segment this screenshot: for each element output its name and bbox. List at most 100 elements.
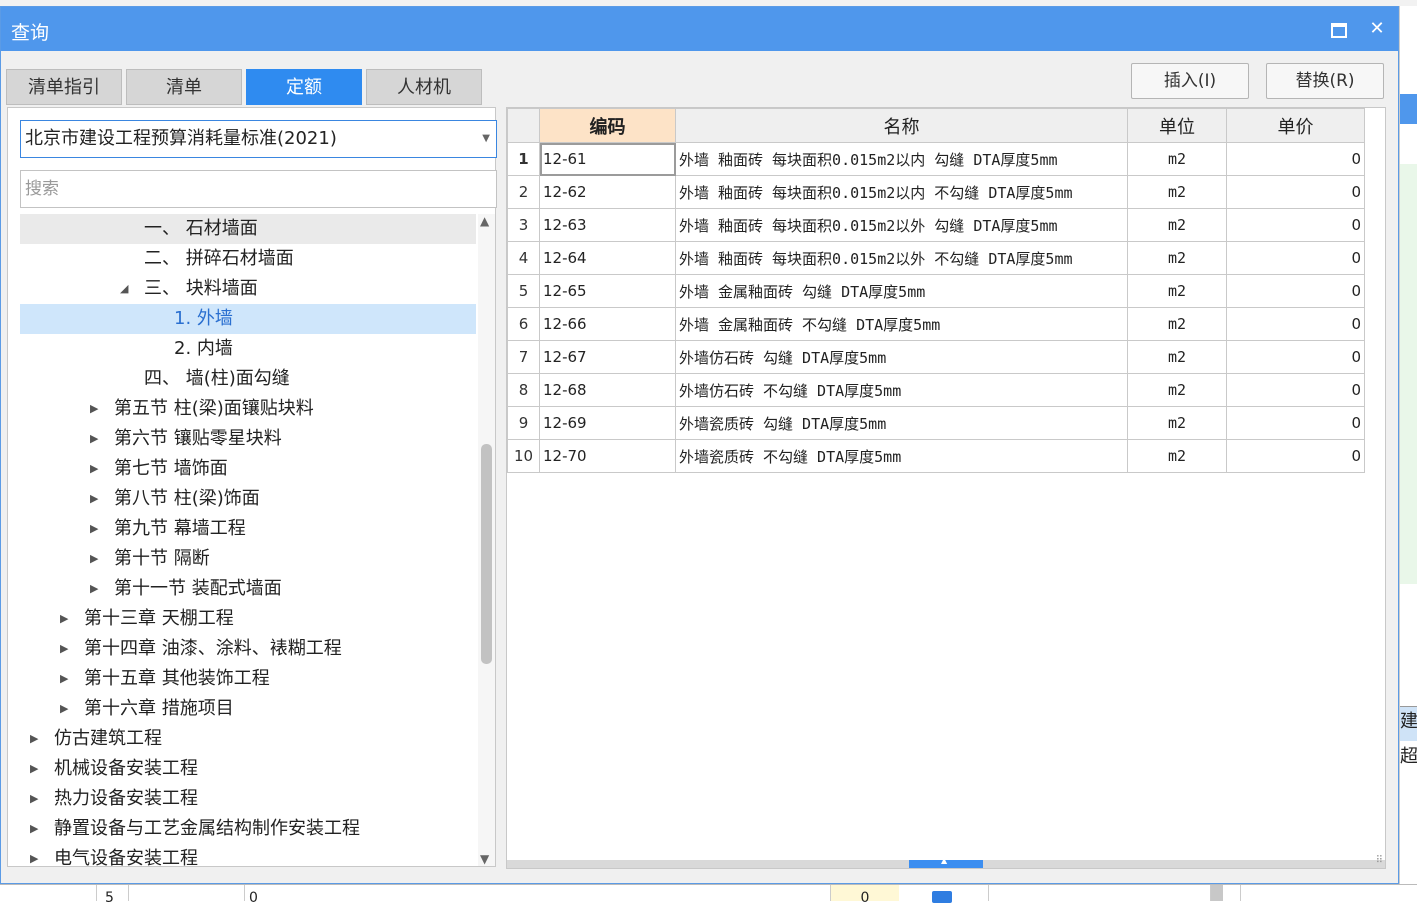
expand-arrow-icon[interactable]: ▶	[90, 574, 98, 604]
resize-grip-icon[interactable]: ⠿	[1376, 855, 1383, 866]
tree-node[interactable]: ▶ 第八节 柱(梁)饰面	[20, 484, 476, 514]
tree-node[interactable]: ▶ 第五节 柱(梁)面镶贴块料	[20, 394, 476, 424]
expand-arrow-icon[interactable]: ▶	[90, 484, 98, 514]
tab-bill[interactable]: 清单	[126, 69, 242, 105]
splitter-handle[interactable]: ▲	[909, 856, 983, 868]
close-icon[interactable]: ✕	[1365, 17, 1389, 41]
table-row[interactable]: 6 12-66 外墙 金属釉面砖 不勾缝 DTA厚度5mm m2 0	[507, 307, 1365, 341]
table-row[interactable]: 5 12-65 外墙 金属釉面砖 勾缝 DTA厚度5mm m2 0	[507, 274, 1365, 308]
unit-cell[interactable]: m2	[1127, 274, 1227, 308]
price-cell[interactable]: 0	[1226, 373, 1365, 407]
row-number[interactable]: 4	[507, 241, 540, 275]
column-header-unit[interactable]: 单位	[1127, 108, 1227, 143]
table-row[interactable]: 8 12-68 外墙仿石砖 不勾缝 DTA厚度5mm m2 0	[507, 373, 1365, 407]
replace-button[interactable]: 替换(R)	[1266, 63, 1384, 99]
dialog-titlebar[interactable]: 查询 ✕	[1, 7, 1398, 51]
table-row[interactable]: 1 12-61 外墙 釉面砖 每块面积0.015m2以内 勾缝 DTA厚度5mm m2…	[507, 142, 1365, 176]
price-cell[interactable]: 0	[1226, 142, 1365, 176]
price-cell[interactable]: 0	[1226, 340, 1365, 374]
table-row[interactable]: 3 12-63 外墙 釉面砖 每块面积0.015m2以外 勾缝 DTA厚度5mm m2…	[507, 208, 1365, 242]
unit-cell[interactable]: m2	[1127, 307, 1227, 341]
tree-node[interactable]: ▶ 第七节 墙饰面	[20, 454, 476, 484]
expand-arrow-icon[interactable]: ▶	[60, 694, 68, 724]
quota-code-cell[interactable]: 12-64	[539, 241, 676, 275]
table-row[interactable]: 2 12-62 外墙 釉面砖 每块面积0.015m2以内 不勾缝 DTA厚度5mm m…	[507, 175, 1365, 209]
price-cell[interactable]: 0	[1226, 208, 1365, 242]
price-cell[interactable]: 0	[1226, 274, 1365, 308]
tab-quota[interactable]: 定额	[246, 69, 362, 105]
row-number[interactable]: 8	[507, 373, 540, 407]
quota-name-cell[interactable]: 外墙 釉面砖 每块面积0.015m2以内 勾缝 DTA厚度5mm	[675, 142, 1128, 176]
tree-node[interactable]: ▶ 热力设备安装工程	[20, 784, 476, 814]
expand-arrow-icon[interactable]: ▶	[60, 664, 68, 694]
tree-node[interactable]: ▶ 第十三章 天棚工程	[20, 604, 476, 634]
row-number[interactable]: 5	[507, 274, 540, 308]
row-number[interactable]: 10	[507, 439, 540, 473]
column-header-code[interactable]: 编码	[539, 108, 676, 143]
quota-code-cell[interactable]: 12-67	[539, 340, 676, 374]
unit-cell[interactable]: m2	[1127, 340, 1227, 374]
expand-arrow-icon[interactable]: ▶	[90, 394, 98, 424]
quota-name-cell[interactable]: 外墙仿石砖 不勾缝 DTA厚度5mm	[675, 373, 1128, 407]
table-row[interactable]: 10 12-70 外墙瓷质砖 不勾缝 DTA厚度5mm m2 0	[507, 439, 1365, 473]
tree-node[interactable]: 一、 石材墙面	[20, 214, 476, 244]
quota-code-cell[interactable]: 12-63	[539, 208, 676, 242]
unit-cell[interactable]: m2	[1127, 142, 1227, 176]
tree-node[interactable]: 1. 外墙	[20, 304, 476, 334]
tab-list-guide[interactable]: 清单指引	[6, 69, 122, 105]
tree-node[interactable]: ▶ 静置设备与工艺金属结构制作安装工程	[20, 814, 476, 844]
quota-name-cell[interactable]: 外墙 金属釉面砖 勾缝 DTA厚度5mm	[675, 274, 1128, 308]
unit-cell[interactable]: m2	[1127, 373, 1227, 407]
table-row[interactable]: 9 12-69 外墙瓷质砖 勾缝 DTA厚度5mm m2 0	[507, 406, 1365, 440]
row-number[interactable]: 3	[507, 208, 540, 242]
tree-scrollbar[interactable]: ▲ ▼	[478, 214, 495, 866]
tree-node[interactable]: ▶ 第十六章 措施项目	[20, 694, 476, 724]
quota-code-cell[interactable]: 12-62	[539, 175, 676, 209]
expand-arrow-icon[interactable]: ▶	[90, 424, 98, 454]
row-number[interactable]: 7	[507, 340, 540, 374]
quota-name-cell[interactable]: 外墙 釉面砖 每块面积0.015m2以外 不勾缝 DTA厚度5mm	[675, 241, 1128, 275]
tree-node[interactable]: ▶ 仿古建筑工程	[20, 724, 476, 754]
quota-code-cell[interactable]: 12-68	[539, 373, 676, 407]
table-row[interactable]: 4 12-64 外墙 釉面砖 每块面积0.015m2以外 不勾缝 DTA厚度5mm m…	[507, 241, 1365, 275]
row-number[interactable]: 1	[507, 142, 540, 176]
quota-name-cell[interactable]: 外墙 釉面砖 每块面积0.015m2以外 勾缝 DTA厚度5mm	[675, 208, 1128, 242]
tree-node[interactable]: ▶ 第十四章 油漆、涂料、裱糊工程	[20, 634, 476, 664]
quota-code-cell[interactable]: 12-65	[539, 274, 676, 308]
tree-node[interactable]: ◢ 三、 块料墙面	[20, 274, 476, 304]
search-input[interactable]: 搜索	[20, 170, 497, 208]
expand-arrow-icon[interactable]: ▶	[30, 754, 38, 784]
insert-button[interactable]: 插入(I)	[1131, 63, 1249, 99]
scrollbar-thumb[interactable]	[481, 444, 492, 664]
tree-node[interactable]: 四、 墙(柱)面勾缝	[20, 364, 476, 394]
unit-cell[interactable]: m2	[1127, 208, 1227, 242]
price-cell[interactable]: 0	[1226, 307, 1365, 341]
unit-cell[interactable]: m2	[1127, 175, 1227, 209]
tree-node[interactable]: ▶ 电气设备安装工程	[20, 844, 476, 866]
quota-code-cell[interactable]: 12-61	[539, 142, 676, 176]
tree-node[interactable]: ▶ 第十一节 装配式墙面	[20, 574, 476, 604]
table-row[interactable]: 7 12-67 外墙仿石砖 勾缝 DTA厚度5mm m2 0	[507, 340, 1365, 374]
tree-node[interactable]: ▶ 第十五章 其他装饰工程	[20, 664, 476, 694]
column-header-price[interactable]: 单价	[1226, 108, 1365, 143]
expand-arrow-icon[interactable]: ▶	[90, 454, 98, 484]
tree-node[interactable]: 2. 内墙	[20, 334, 476, 364]
chevron-down-icon[interactable]: ▼	[482, 121, 490, 157]
tab-labor-material-machine[interactable]: 人材机	[366, 69, 482, 105]
price-cell[interactable]: 0	[1226, 406, 1365, 440]
quota-code-cell[interactable]: 12-66	[539, 307, 676, 341]
row-number[interactable]: 6	[507, 307, 540, 341]
expand-arrow-icon[interactable]: ▶	[90, 514, 98, 544]
expand-arrow-icon[interactable]: ▶	[60, 604, 68, 634]
maximize-icon[interactable]	[1327, 17, 1351, 41]
unit-cell[interactable]: m2	[1127, 439, 1227, 473]
tree-node[interactable]: ▶ 机械设备安装工程	[20, 754, 476, 784]
unit-cell[interactable]: m2	[1127, 406, 1227, 440]
quota-code-cell[interactable]: 12-70	[539, 439, 676, 473]
quota-name-cell[interactable]: 外墙瓷质砖 勾缝 DTA厚度5mm	[675, 406, 1128, 440]
price-cell[interactable]: 0	[1226, 241, 1365, 275]
scroll-up-icon[interactable]: ▲	[480, 214, 489, 228]
quota-name-cell[interactable]: 外墙 釉面砖 每块面积0.015m2以内 不勾缝 DTA厚度5mm	[675, 175, 1128, 209]
tree-node[interactable]: ▶ 第九节 幕墙工程	[20, 514, 476, 544]
expand-arrow-icon[interactable]: ▶	[30, 844, 38, 866]
